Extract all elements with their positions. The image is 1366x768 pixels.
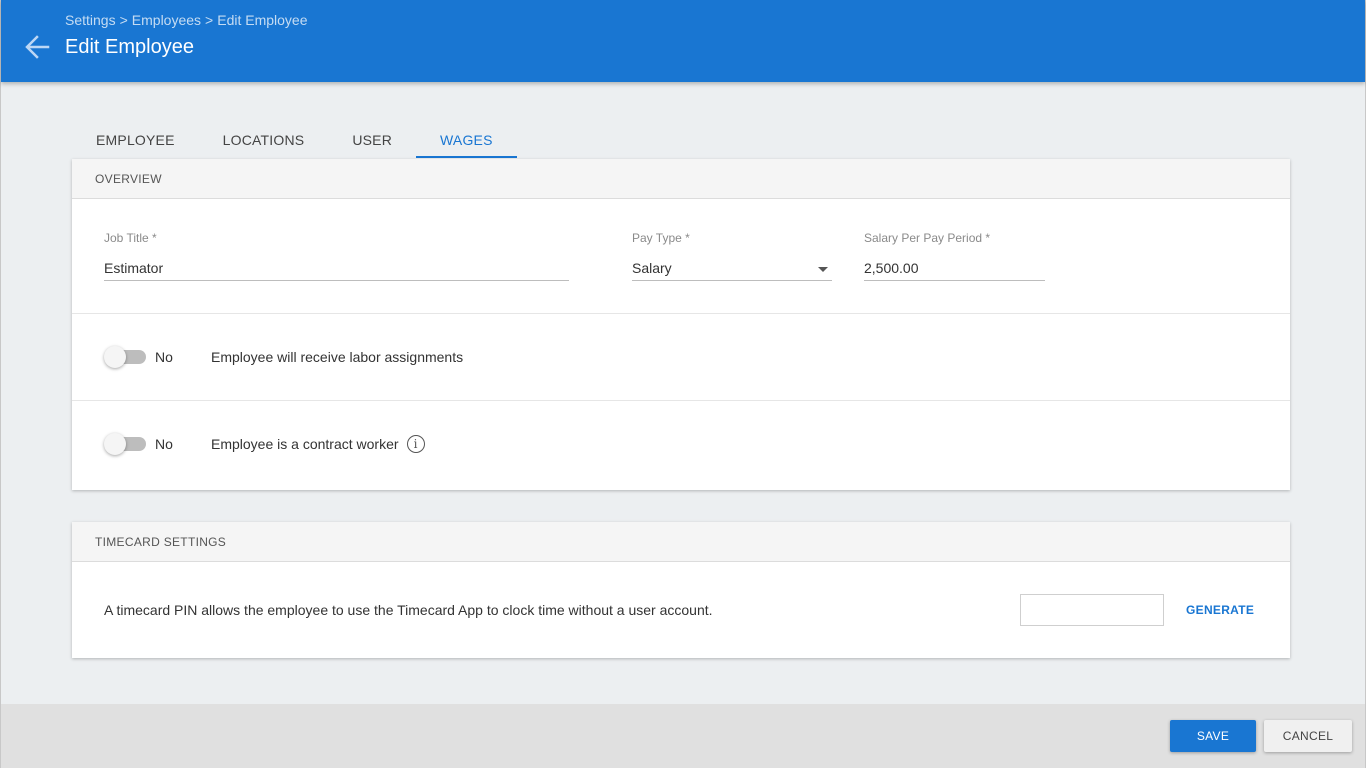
toggle-thumb — [104, 346, 126, 368]
back-arrow-icon[interactable] — [23, 33, 51, 61]
contract-toggle-state: No — [155, 436, 173, 452]
overview-card: OVERVIEW Job Title * Estimator Pay Type … — [72, 159, 1290, 490]
salary-label: Salary Per Pay Period * — [864, 231, 991, 245]
breadcrumb-separator: > — [205, 12, 214, 28]
pay-type-value: Salary — [632, 260, 672, 276]
breadcrumb: Settings > Employees > Edit Employee — [65, 12, 308, 28]
pay-type-select[interactable]: Salary — [632, 255, 832, 281]
tab-user[interactable]: USER — [328, 122, 416, 158]
job-title-input[interactable]: Estimator — [104, 255, 569, 281]
contract-worker-toggle[interactable] — [104, 433, 148, 455]
contract-toggle-description: Employee is a contract worker — [211, 436, 399, 452]
timecard-settings-card: TIMECARD SETTINGS A timecard PIN allows … — [72, 522, 1290, 658]
cancel-button[interactable]: CANCEL — [1264, 720, 1352, 752]
row-divider — [72, 313, 1290, 314]
contract-worker-row: No Employee is a contract worker i — [104, 429, 425, 459]
save-button[interactable]: SAVE — [1170, 720, 1256, 752]
tab-bar: EMPLOYEE LOCATIONS USER WAGES — [72, 122, 517, 158]
pay-type-field[interactable]: Pay Type * Salary — [632, 231, 832, 283]
timecard-pin-input[interactable] — [1020, 594, 1164, 626]
salary-input[interactable]: 2,500.00 — [864, 255, 1045, 281]
pay-type-label: Pay Type * — [632, 231, 690, 245]
footer-bar: SAVE CANCEL — [1, 704, 1365, 768]
tab-wages[interactable]: WAGES — [416, 122, 517, 158]
dropdown-caret-icon[interactable] — [818, 267, 828, 272]
job-title-field[interactable]: Job Title * Estimator — [104, 231, 569, 283]
toggle-thumb — [104, 433, 126, 455]
overview-header: OVERVIEW — [72, 159, 1290, 199]
page-title: Edit Employee — [65, 36, 194, 58]
generate-pin-button[interactable]: GENERATE — [1176, 594, 1264, 626]
app-header: Settings > Employees > Edit Employee Edi… — [1, 0, 1365, 82]
tab-employee[interactable]: EMPLOYEE — [72, 122, 199, 158]
timecard-description: A timecard PIN allows the employee to us… — [104, 602, 713, 618]
salary-field[interactable]: Salary Per Pay Period * 2,500.00 — [864, 231, 1045, 283]
app-frame: Settings > Employees > Edit Employee Edi… — [0, 0, 1366, 768]
breadcrumb-employees[interactable]: Employees — [132, 12, 201, 28]
breadcrumb-settings[interactable]: Settings — [65, 12, 116, 28]
breadcrumb-separator: > — [119, 12, 128, 28]
job-title-label: Job Title * — [104, 231, 157, 245]
timecard-header: TIMECARD SETTINGS — [72, 522, 1290, 562]
labor-toggle-state: No — [155, 349, 173, 365]
tab-locations[interactable]: LOCATIONS — [199, 122, 329, 158]
labor-assignments-row: No Employee will receive labor assignmen… — [104, 342, 463, 372]
labor-toggle-description: Employee will receive labor assignments — [211, 349, 464, 365]
labor-assignments-toggle[interactable] — [104, 346, 148, 368]
breadcrumb-current: Edit Employee — [217, 12, 308, 28]
row-divider — [72, 400, 1290, 401]
info-icon[interactable]: i — [406, 435, 425, 453]
